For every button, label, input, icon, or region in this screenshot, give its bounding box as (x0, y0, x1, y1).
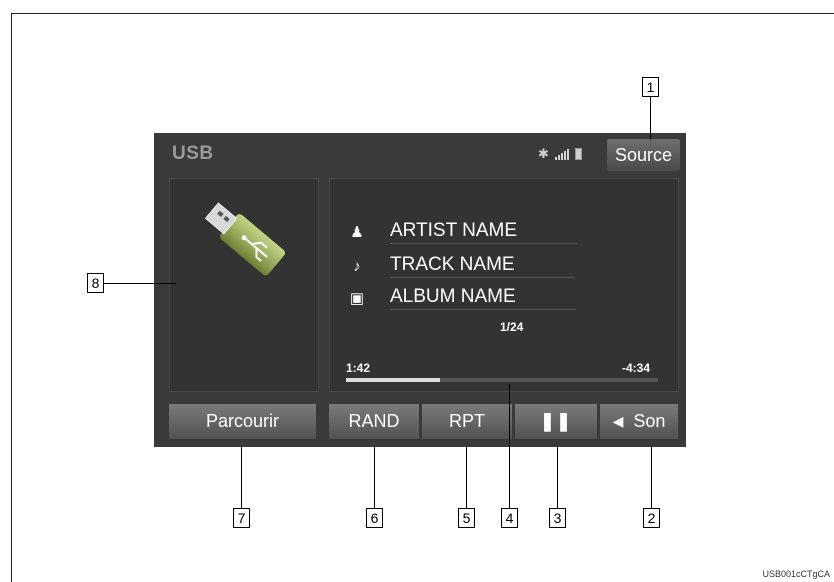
callout-3: 3 (549, 508, 566, 528)
callout-8: 8 (87, 273, 104, 293)
track-info-panel (329, 178, 679, 392)
callout-line-3 (557, 447, 558, 508)
status-bar: ✱ (538, 146, 582, 162)
figure-code: USB001cCTgCA (762, 569, 830, 579)
callout-line-5 (466, 447, 467, 508)
music-note-icon: ♪ (353, 257, 361, 275)
person-icon: ♟ (350, 224, 364, 241)
album-name: ALBUM NAME (390, 286, 576, 310)
callout-7: 7 (233, 508, 250, 528)
track-row: ♪ TRACK NAME (346, 254, 575, 278)
callout-line-1 (650, 94, 651, 140)
callout-line-7 (241, 447, 242, 508)
album-row: ▣ ALBUM NAME (346, 286, 576, 310)
callout-1: 1 (642, 77, 659, 97)
callout-line-8 (104, 283, 176, 284)
elapsed-time: 1:42 (346, 361, 371, 375)
callout-line-4 (509, 384, 510, 508)
battery-icon (574, 148, 582, 160)
pause-icon: ❚❚ (539, 411, 573, 431)
track-counter: 1/24 (500, 320, 524, 334)
callout-line-6 (374, 447, 375, 508)
speaker-icon: ◀ (612, 413, 624, 429)
remaining-time: -4:34 (622, 361, 651, 375)
bluetooth-icon: ✱ (538, 146, 549, 161)
browse-button[interactable]: Parcourir (169, 404, 316, 439)
random-button[interactable]: RAND (329, 404, 419, 439)
track-name: TRACK NAME (390, 254, 575, 278)
sound-label: Son (633, 411, 666, 431)
callout-6: 6 (366, 508, 383, 528)
progress-bar[interactable] (346, 378, 658, 382)
callout-line-2 (651, 447, 652, 508)
repeat-button[interactable]: RPT (422, 404, 512, 439)
pause-button[interactable]: ❚❚ (515, 404, 597, 439)
callout-2: 2 (643, 508, 660, 528)
sound-button[interactable]: ◀ Son (600, 404, 678, 439)
page-title: USB (172, 143, 214, 164)
disc-icon: ▣ (349, 290, 365, 307)
artist-row: ♟ ARTIST NAME (346, 220, 578, 244)
usb-drive-icon (204, 202, 285, 276)
progress-fill (346, 378, 440, 382)
callout-4: 4 (501, 508, 518, 528)
signal-icon (554, 148, 569, 160)
source-button[interactable]: Source (607, 139, 680, 171)
callout-5: 5 (458, 508, 475, 528)
artist-name: ARTIST NAME (390, 220, 578, 244)
